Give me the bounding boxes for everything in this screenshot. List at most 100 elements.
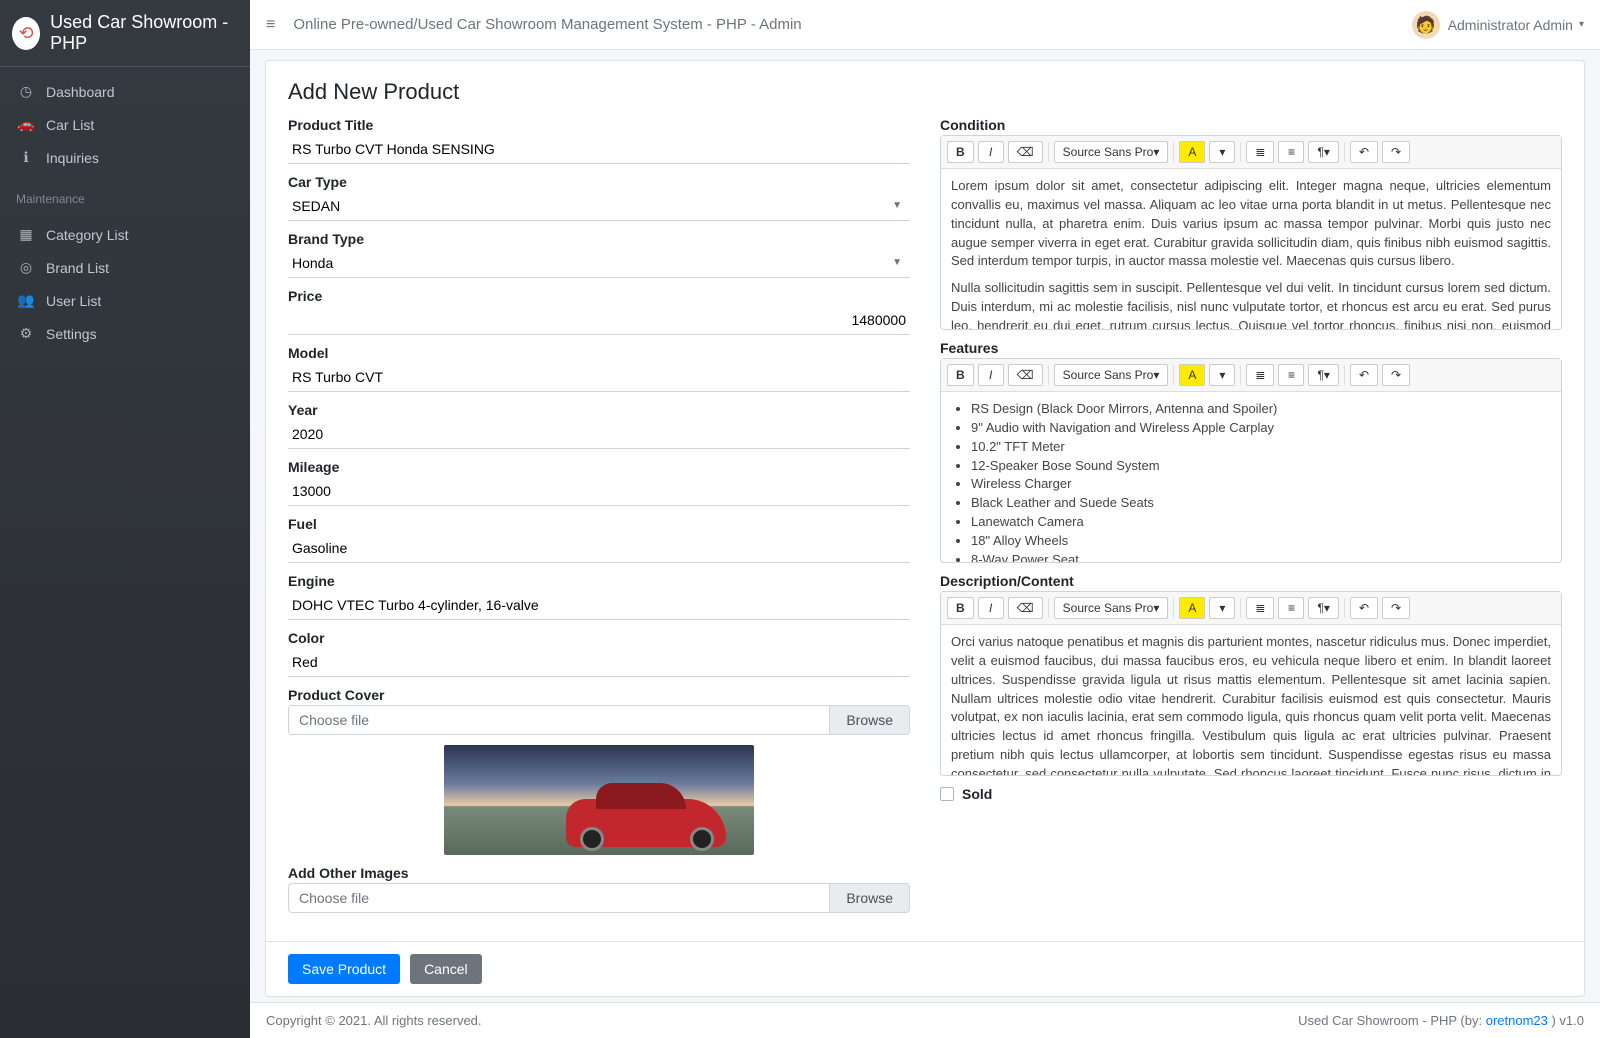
redo-button[interactable]: ↷ xyxy=(1382,364,1410,386)
browse-button[interactable]: Browse xyxy=(829,884,909,912)
product-cover-file[interactable]: Choose file Browse xyxy=(288,705,910,735)
clear-format-button[interactable]: ⌫ xyxy=(1008,364,1043,386)
feature-item: 8-Way Power Seat xyxy=(971,551,1551,562)
sidebar-item-category-list[interactable]: ▦Category List xyxy=(0,218,250,251)
paragraph-button[interactable]: ¶▾ xyxy=(1308,364,1338,386)
page-footer: Copyright © 2021. All rights reserved. U… xyxy=(250,1002,1600,1038)
menu-toggle-icon[interactable]: ≡ xyxy=(266,16,275,34)
features-editor: B I ⌫ Source Sans Pro▾ A ▾ ≣ xyxy=(940,358,1562,563)
highlight-picker-button[interactable]: ▾ xyxy=(1209,141,1235,163)
font-family-select[interactable]: Source Sans Pro▾ xyxy=(1054,364,1169,386)
brand[interactable]: ⟲ Used Car Showroom - PHP xyxy=(0,0,250,67)
chevron-down-icon: ▾ xyxy=(1153,368,1159,382)
cancel-button[interactable]: Cancel xyxy=(410,954,482,984)
brand-type-label: Brand Type xyxy=(288,231,910,247)
bold-button[interactable]: B xyxy=(947,597,974,619)
car-type-select[interactable] xyxy=(288,192,910,221)
other-images-label: Add Other Images xyxy=(288,865,910,881)
sidebar-item-label: Dashboard xyxy=(46,84,115,100)
ul-button[interactable]: ≣ xyxy=(1246,141,1274,163)
color-input[interactable] xyxy=(288,648,910,677)
ul-button[interactable]: ≣ xyxy=(1246,597,1274,619)
fuel-label: Fuel xyxy=(288,516,910,532)
redo-button[interactable]: ↷ xyxy=(1382,141,1410,163)
sidebar-item-inquiries[interactable]: ℹInquiries xyxy=(0,141,250,174)
sidebar: ⟲ Used Car Showroom - PHP ◷ Dashboard 🚗Ca… xyxy=(0,0,250,1038)
price-input[interactable] xyxy=(288,306,910,335)
undo-button[interactable]: ↶ xyxy=(1350,141,1378,163)
italic-button[interactable]: I xyxy=(978,597,1004,619)
condition-textarea[interactable]: Lorem ipsum dolor sit amet, consectetur … xyxy=(941,169,1561,329)
description-editor: B I ⌫ Source Sans Pro▾ A ▾ ≣ xyxy=(940,591,1562,776)
footer-right: Used Car Showroom - PHP (by: oretnom23 )… xyxy=(1298,1013,1584,1028)
product-card: Add New Product Product Title Car Type xyxy=(265,60,1585,997)
condition-label: Condition xyxy=(940,117,1562,133)
font-family-select[interactable]: Source Sans Pro▾ xyxy=(1054,141,1169,163)
mileage-label: Mileage xyxy=(288,459,910,475)
price-label: Price xyxy=(288,288,910,304)
list-icon: ▦ xyxy=(16,226,36,243)
brand-type-select[interactable] xyxy=(288,249,910,278)
sidebar-item-user-list[interactable]: 👥User List xyxy=(0,284,250,317)
year-input[interactable] xyxy=(288,420,910,449)
sidebar-item-settings[interactable]: ⚙Settings xyxy=(0,317,250,350)
highlight-button[interactable]: A xyxy=(1179,597,1205,619)
redo-button[interactable]: ↷ xyxy=(1382,597,1410,619)
ol-button[interactable]: ≡ xyxy=(1278,141,1304,163)
product-title-label: Product Title xyxy=(288,117,910,133)
undo-button[interactable]: ↶ xyxy=(1350,364,1378,386)
sidebar-item-label: Brand List xyxy=(46,260,109,276)
car-image xyxy=(444,745,754,855)
clear-format-button[interactable]: ⌫ xyxy=(1008,141,1043,163)
highlight-picker-button[interactable]: ▾ xyxy=(1209,597,1235,619)
clear-format-button[interactable]: ⌫ xyxy=(1008,597,1043,619)
chevron-down-icon: ▾ xyxy=(1153,145,1159,159)
engine-input[interactable] xyxy=(288,591,910,620)
dashboard-icon: ◷ xyxy=(16,83,36,100)
features-textarea[interactable]: RS Design (Black Door Mirrors, Antenna a… xyxy=(941,392,1561,562)
sold-checkbox[interactable] xyxy=(940,787,954,801)
fuel-input[interactable] xyxy=(288,534,910,563)
italic-button[interactable]: I xyxy=(978,141,1004,163)
mileage-input[interactable] xyxy=(288,477,910,506)
highlight-button[interactable]: A xyxy=(1179,364,1205,386)
bold-button[interactable]: B xyxy=(947,141,974,163)
save-button[interactable]: Save Product xyxy=(288,954,400,984)
browse-button[interactable]: Browse xyxy=(829,706,909,734)
bold-button[interactable]: B xyxy=(947,364,974,386)
sidebar-item-car-list[interactable]: 🚗Car List xyxy=(0,108,250,141)
font-family-select[interactable]: Source Sans Pro▾ xyxy=(1054,597,1169,619)
sidebar-item-brand-list[interactable]: ◎Brand List xyxy=(0,251,250,284)
user-name: Administrator Admin xyxy=(1448,17,1573,33)
user-menu[interactable]: 🧑 Administrator Admin ▾ xyxy=(1412,11,1584,39)
product-title-input[interactable] xyxy=(288,135,910,164)
highlight-button[interactable]: A xyxy=(1179,141,1205,163)
paragraph-button[interactable]: ¶▾ xyxy=(1308,597,1338,619)
italic-button[interactable]: I xyxy=(978,364,1004,386)
ol-button[interactable]: ≡ xyxy=(1278,364,1304,386)
right-column: Condition B I ⌫ Source Sans Pro▾ A xyxy=(940,117,1562,923)
undo-button[interactable]: ↶ xyxy=(1350,597,1378,619)
model-input[interactable] xyxy=(288,363,910,392)
sidebar-item-dashboard[interactable]: ◷ Dashboard xyxy=(0,75,250,108)
other-images-file[interactable]: Choose file Browse xyxy=(288,883,910,913)
engine-label: Engine xyxy=(288,573,910,589)
year-label: Year xyxy=(288,402,910,418)
car-type-label: Car Type xyxy=(288,174,910,190)
sold-checkbox-row[interactable]: Sold xyxy=(940,786,1562,802)
description-label: Description/Content xyxy=(940,573,1562,589)
editor-toolbar: B I ⌫ Source Sans Pro▾ A ▾ ≣ xyxy=(941,592,1561,625)
ol-button[interactable]: ≡ xyxy=(1278,597,1304,619)
topbar-title: Online Pre-owned/Used Car Showroom Manag… xyxy=(293,16,801,33)
description-textarea[interactable]: Orci varius natoque penatibus et magnis … xyxy=(941,625,1561,775)
ul-button[interactable]: ≣ xyxy=(1246,364,1274,386)
model-label: Model xyxy=(288,345,910,361)
feature-item: 10.2" TFT Meter xyxy=(971,438,1551,457)
footer-author-link[interactable]: oretnom23 xyxy=(1486,1013,1548,1028)
paragraph-button[interactable]: ¶▾ xyxy=(1308,141,1338,163)
sidebar-item-label: Inquiries xyxy=(46,150,99,166)
feature-item: Lanewatch Camera xyxy=(971,513,1551,532)
sidebar-item-label: Settings xyxy=(46,326,97,342)
description-text: Orci varius natoque penatibus et magnis … xyxy=(951,634,1551,775)
highlight-picker-button[interactable]: ▾ xyxy=(1209,364,1235,386)
